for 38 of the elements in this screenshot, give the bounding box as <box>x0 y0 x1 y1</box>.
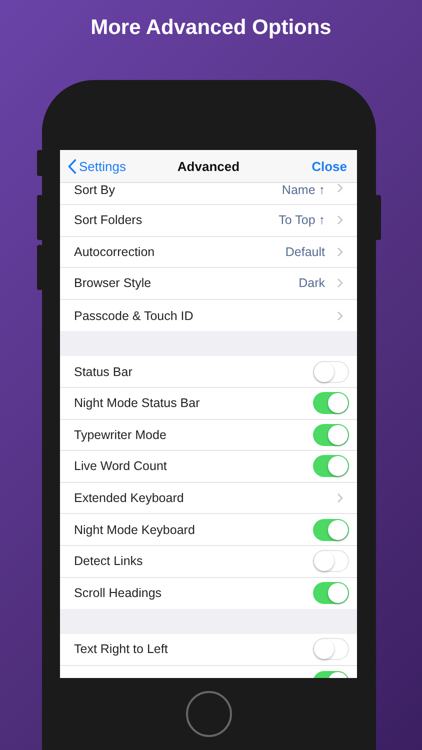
row-value: Default <box>285 244 325 259</box>
row-label: Passcode & Touch ID <box>74 308 194 323</box>
toggle-switch[interactable] <box>313 360 349 383</box>
back-chevron-icon <box>68 158 76 174</box>
close-button[interactable]: Close <box>310 158 349 174</box>
toggle-switch[interactable] <box>313 638 349 660</box>
row-label: Sort Folders <box>74 213 142 228</box>
row-value: Name ↑ <box>282 183 325 197</box>
chevron-icon <box>337 246 343 257</box>
toggle-switch[interactable] <box>313 550 349 572</box>
row-value: To Top ↑ <box>278 213 325 228</box>
row-label: Night Mode Status Bar <box>74 396 200 410</box>
back-button[interactable]: Settings <box>68 158 126 174</box>
row-value: Dark <box>298 276 325 290</box>
row-label: Detect Links <box>74 554 143 568</box>
toggle-switch[interactable] <box>313 582 349 604</box>
home-button[interactable] <box>186 691 232 737</box>
row-label: Text Right to Left <box>74 642 168 656</box>
row-label: Night Mode Keyboard <box>74 522 195 537</box>
row-label: Autocorrection <box>74 244 155 259</box>
row-label: Sort By <box>74 183 115 197</box>
screen-title: Advanced <box>176 158 241 174</box>
toggle-switch[interactable] <box>313 392 349 414</box>
row-label: Live Word Count <box>74 459 167 474</box>
chevron-icon <box>337 278 343 288</box>
chevron-icon <box>337 215 343 226</box>
toggle-switch[interactable] <box>313 424 349 446</box>
row-label: Browser Style <box>74 276 152 290</box>
row-label: Scroll Headings <box>74 586 162 600</box>
toggle-switch[interactable] <box>313 455 349 478</box>
chevron-icon <box>337 310 343 321</box>
row-label: Typewriter Mode <box>74 428 166 442</box>
row-label: Status Bar <box>74 364 132 379</box>
toggle-switch[interactable] <box>313 518 349 541</box>
row-label: Extended Keyboard <box>74 491 184 506</box>
chevron-icon <box>337 493 343 504</box>
headline: More Advanced Options <box>90 16 332 40</box>
chevron-icon <box>337 183 343 193</box>
